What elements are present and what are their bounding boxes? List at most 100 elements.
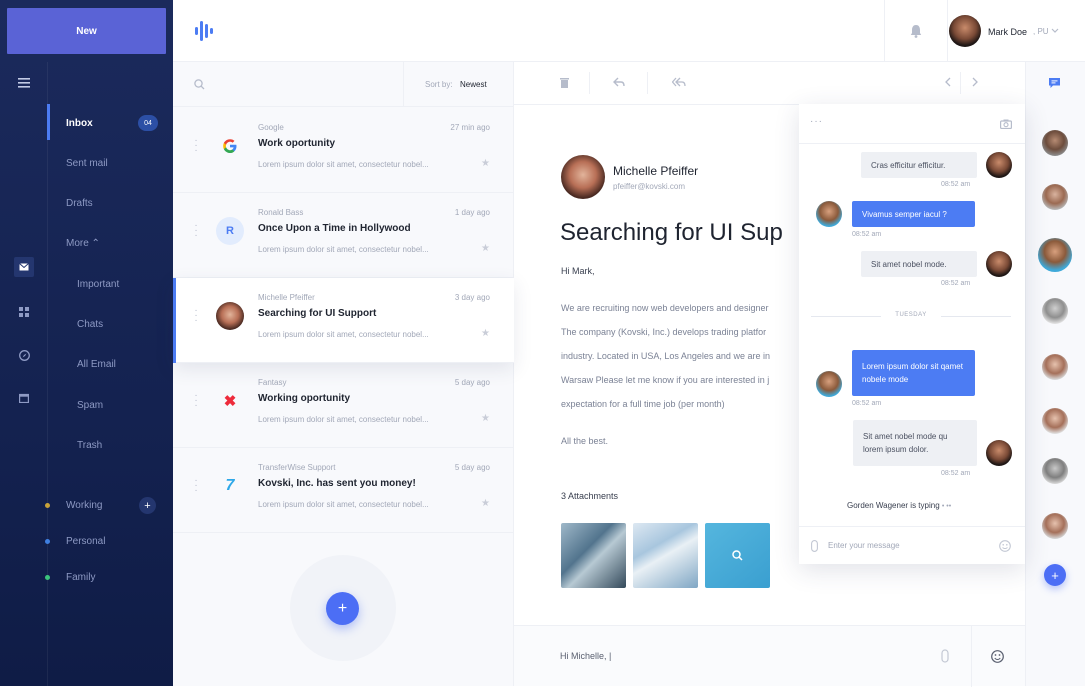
folder-all-email[interactable]: All Email bbox=[77, 359, 116, 370]
star-icon[interactable]: ★ bbox=[481, 413, 490, 424]
email-item[interactable]: · · · 7 TransferWise Support 5 day ago Kov… bbox=[173, 448, 514, 533]
chat-bubble-incoming: Sit amet nobel mode qu lorem ipsum dolor… bbox=[853, 420, 977, 466]
sender-avatar bbox=[216, 302, 244, 330]
mail-icon[interactable] bbox=[14, 257, 34, 277]
folder-drafts[interactable]: Drafts bbox=[66, 198, 93, 209]
chat-header: ··· bbox=[799, 104, 1025, 144]
typing-text: Gorden Wagener is typing bbox=[847, 501, 940, 510]
sort-label: Sort by: bbox=[425, 80, 453, 89]
chat-time: 08:52 am bbox=[941, 470, 971, 477]
reply-bar[interactable]: Hi Michelle, | bbox=[514, 625, 1025, 687]
email-item-selected[interactable]: · · · Michelle Pfeiffer 3 day ago Searchin… bbox=[173, 278, 514, 363]
add-label-button[interactable]: + bbox=[139, 497, 156, 514]
star-icon[interactable]: ★ bbox=[481, 243, 490, 254]
star-icon[interactable]: ★ bbox=[481, 158, 490, 169]
bell-icon bbox=[910, 25, 922, 38]
chat-avatar bbox=[986, 251, 1012, 277]
google-icon bbox=[216, 132, 244, 160]
email-item[interactable]: · · · R Ronald Bass 1 day ago Once Upon a … bbox=[173, 193, 514, 278]
top-header: Mark Doe , PU bbox=[173, 0, 1085, 62]
search-icon[interactable] bbox=[194, 79, 205, 90]
attachment-thumbnail[interactable] bbox=[705, 523, 770, 588]
folder-trash[interactable]: Trash bbox=[77, 440, 102, 451]
user-avatar[interactable] bbox=[949, 15, 981, 47]
typing-indicator: Gorden Wagener is typing • •• bbox=[847, 501, 951, 510]
email-subject-title: Searching for UI Sup bbox=[560, 219, 783, 246]
attachment-thumbnail[interactable] bbox=[633, 523, 698, 588]
chat-time: 08:52 am bbox=[852, 231, 882, 238]
star-icon[interactable]: ★ bbox=[481, 328, 490, 339]
compose-button[interactable]: + bbox=[326, 592, 359, 625]
more-vertical-icon[interactable]: · · · bbox=[194, 221, 198, 241]
attachment-thumbnail[interactable] bbox=[561, 523, 626, 588]
chat-avatar bbox=[816, 371, 842, 397]
chat-avatar bbox=[816, 201, 842, 227]
reply-all-icon[interactable] bbox=[672, 77, 686, 87]
chevron-down-icon[interactable] bbox=[1051, 28, 1059, 34]
more-vertical-icon[interactable]: · · · bbox=[194, 306, 198, 326]
selected-indicator bbox=[173, 278, 176, 363]
add-contact-button[interactable]: + bbox=[1044, 564, 1066, 586]
chat-icon[interactable] bbox=[1048, 77, 1061, 89]
email-body-line: We are recruiting now web developers and… bbox=[561, 303, 769, 313]
chat-panel: ··· Cras efficitur efficitur. 08:52 am V… bbox=[799, 104, 1025, 564]
sender-initial-avatar: R bbox=[216, 217, 244, 245]
chat-input-bar: Enter your message bbox=[799, 526, 1025, 564]
label-family[interactable]: Family bbox=[66, 572, 95, 583]
email-time: 5 day ago bbox=[454, 463, 490, 472]
attachment-icon[interactable] bbox=[941, 649, 949, 663]
folder-chats[interactable]: Chats bbox=[77, 319, 103, 330]
chevron-left-icon[interactable] bbox=[945, 77, 951, 87]
chevron-right-icon[interactable] bbox=[972, 77, 978, 87]
contact-avatar[interactable] bbox=[1042, 458, 1068, 484]
sender-email[interactable]: pfeiffer@kovski.com bbox=[613, 182, 685, 191]
emoji-icon[interactable] bbox=[999, 540, 1011, 552]
label-personal[interactable]: Personal bbox=[66, 536, 105, 547]
contact-avatar[interactable] bbox=[1042, 408, 1068, 434]
contact-avatar[interactable] bbox=[1042, 298, 1068, 324]
email-preview: Lorem ipsum dolor sit amet, consectetur … bbox=[258, 330, 429, 339]
more-vertical-icon[interactable]: · · · bbox=[194, 136, 198, 156]
label-dot-personal bbox=[45, 539, 50, 544]
star-icon[interactable]: ★ bbox=[481, 498, 490, 509]
chat-message-input[interactable]: Enter your message bbox=[828, 541, 900, 550]
contact-avatar[interactable] bbox=[1042, 354, 1068, 380]
contact-avatar[interactable] bbox=[1042, 184, 1068, 210]
camera-icon[interactable] bbox=[1000, 119, 1012, 129]
folder-important[interactable]: Important bbox=[77, 279, 119, 290]
user-name[interactable]: Mark Doe bbox=[988, 27, 1027, 37]
emoji-icon[interactable] bbox=[991, 650, 1004, 663]
app-logo-icon[interactable] bbox=[195, 21, 213, 46]
new-button[interactable]: New bbox=[7, 8, 166, 54]
calendar-icon[interactable] bbox=[17, 391, 31, 405]
compass-icon[interactable] bbox=[17, 348, 31, 362]
reply-icon[interactable] bbox=[613, 77, 625, 87]
reply-input[interactable]: Hi Michelle, | bbox=[560, 651, 611, 661]
attachment-icon[interactable] bbox=[811, 540, 818, 552]
trash-icon[interactable] bbox=[560, 77, 569, 88]
folder-more[interactable]: More ⌃ bbox=[66, 238, 100, 249]
folder-sent-mail[interactable]: Sent mail bbox=[66, 158, 108, 169]
zoom-icon[interactable] bbox=[732, 550, 743, 561]
email-item[interactable]: · · · Google 27 min ago Work oportunity Lo… bbox=[173, 108, 514, 193]
menu-icon[interactable] bbox=[17, 76, 31, 90]
email-preview: Lorem ipsum dolor sit amet, consectetur … bbox=[258, 160, 429, 169]
email-item[interactable]: · · · ✖ Fantasy 5 day ago Working oportuni… bbox=[173, 363, 514, 448]
chat-time: 08:52 am bbox=[941, 181, 971, 188]
dashboard-icon[interactable] bbox=[17, 305, 31, 319]
folder-spam[interactable]: Spam bbox=[77, 400, 103, 411]
notifications-button[interactable] bbox=[884, 0, 948, 62]
label-working[interactable]: Working bbox=[66, 500, 103, 511]
more-vertical-icon[interactable]: · · · bbox=[194, 391, 198, 411]
contact-avatar[interactable] bbox=[1042, 513, 1068, 539]
folder-inbox[interactable]: Inbox bbox=[66, 118, 93, 129]
email-signoff: All the best. bbox=[561, 436, 609, 446]
email-subject: Searching for UI Support bbox=[258, 308, 377, 319]
more-vertical-icon[interactable]: · · · bbox=[194, 476, 198, 496]
contact-avatar-active[interactable] bbox=[1038, 238, 1072, 272]
contact-avatar[interactable] bbox=[1042, 130, 1068, 156]
reader-toolbar bbox=[514, 62, 1025, 105]
more-horizontal-icon[interactable]: ··· bbox=[810, 116, 823, 127]
email-sender: Fantasy bbox=[258, 378, 287, 387]
sort-dropdown[interactable]: Newest bbox=[460, 80, 487, 89]
